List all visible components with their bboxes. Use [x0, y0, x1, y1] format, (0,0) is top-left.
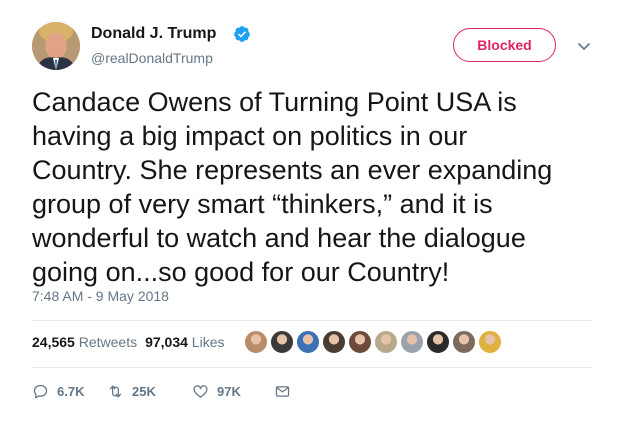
likes-label: Likes [191, 334, 225, 350]
author-handle[interactable]: @realDonaldTrump [91, 50, 213, 66]
retweet-icon [109, 385, 122, 397]
verified-badge-icon [234, 26, 250, 42]
retweets-count: 24,565 [32, 334, 75, 350]
reply-icon [33, 384, 48, 399]
avatar[interactable] [32, 22, 80, 70]
likes-stat[interactable]: 97,034 Likes [145, 334, 224, 350]
liker-avatar[interactable] [374, 330, 398, 354]
like-button[interactable]: 97K [192, 381, 241, 401]
author-name[interactable]: Donald J. Trump [91, 25, 216, 43]
liker-avatar[interactable] [452, 330, 476, 354]
reply-button[interactable]: 6.7K [32, 381, 84, 401]
liker-avatar[interactable] [296, 330, 320, 354]
liker-avatar[interactable] [348, 330, 372, 354]
like-count: 97K [217, 383, 241, 399]
tweet-text: Candace Owens of Turning Point USA is ha… [32, 87, 553, 287]
retweets-label: Retweets [78, 334, 138, 350]
liker-avatar[interactable] [322, 330, 346, 354]
retweet-button[interactable]: 25K [107, 381, 156, 401]
direct-message-button[interactable] [274, 381, 299, 401]
tweet-stats: 24,565 Retweets 97,034 Likes [32, 334, 224, 350]
liker-avatar[interactable] [244, 330, 268, 354]
liker-avatar[interactable] [400, 330, 424, 354]
liker-avatar[interactable] [426, 330, 450, 354]
retweet-count: 25K [132, 383, 156, 399]
liker-avatar[interactable] [478, 330, 502, 354]
tweet-timestamp[interactable]: 7:48 AM - 9 May 2018 [32, 288, 169, 304]
liker-avatar[interactable] [270, 330, 294, 354]
chevron-down-icon[interactable] [576, 38, 592, 54]
heart-icon [193, 384, 208, 398]
divider [32, 320, 592, 321]
divider [32, 367, 592, 368]
retweets-stat[interactable]: 24,565 Retweets [32, 334, 137, 350]
blocked-button[interactable]: Blocked [453, 28, 556, 62]
likes-count: 97,034 [145, 334, 188, 350]
tweet-card: Donald J. Trump @realDonaldTrump Blocked… [0, 0, 625, 431]
message-icon [275, 385, 290, 397]
reply-count: 6.7K [57, 383, 85, 399]
